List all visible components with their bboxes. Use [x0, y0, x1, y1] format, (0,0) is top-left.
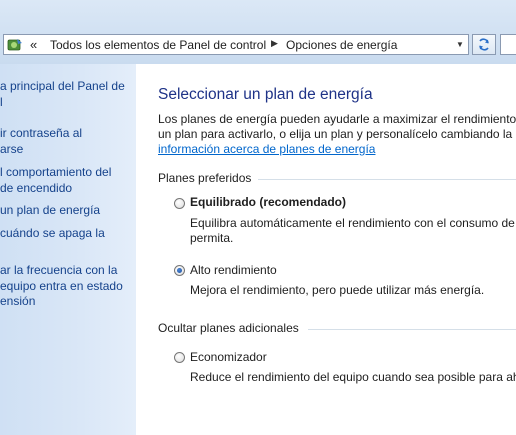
breadcrumb-separator-icon[interactable]: ▶	[271, 38, 278, 49]
hidden-plans-label: Ocultar planes adicionales	[158, 321, 299, 335]
radio-balanced[interactable]	[174, 198, 185, 209]
address-dropdown-icon[interactable]: ▼	[452, 35, 468, 54]
power-plans-info-link[interactable]: información acerca de planes de energía	[158, 142, 375, 156]
radio-power-saver[interactable]	[174, 352, 185, 363]
preferred-plans-label: Planes preferidos	[158, 171, 252, 185]
nav-link-require-password[interactable]: ir contraseña al arse	[0, 126, 134, 157]
hidden-plans-divider	[308, 329, 516, 330]
nav-link-control-panel-home[interactable]: a principal del Panel de l	[0, 79, 134, 110]
radio-high-performance[interactable]	[174, 265, 185, 276]
plan-desc-high-performance: Mejora el rendimiento, pero puede utiliz…	[190, 283, 485, 297]
nav-link-create-plan[interactable]: un plan de energía	[0, 203, 134, 219]
page-title: Seleccionar un plan de energía	[158, 86, 373, 103]
preferred-plans-divider	[258, 179, 516, 180]
plan-name-balanced[interactable]: Equilibrado (recomendado)	[190, 195, 346, 209]
search-box[interactable]	[500, 34, 516, 55]
address-bar[interactable]: « Todos los elementos de Panel de contro…	[3, 34, 469, 55]
control-panel-icon	[7, 37, 23, 53]
plan-desc-balanced-2: permita.	[190, 231, 234, 245]
breadcrumb-overflow-icon[interactable]: «	[30, 37, 37, 52]
refresh-button[interactable]	[472, 34, 496, 55]
plan-desc-balanced-1: Equilibra automáticamente el rendimiento…	[190, 216, 515, 230]
radio-selected-dot	[177, 268, 182, 273]
address-bar-strip: « Todos los elementos de Panel de contro…	[0, 0, 516, 64]
breadcrumb-all-items[interactable]: Todos los elementos de Panel de control	[50, 38, 266, 52]
description-line-1: Los planes de energía pueden ayudarle a …	[158, 112, 516, 126]
main-content: Seleccionar un plan de energía Los plane…	[136, 64, 516, 435]
plan-name-high-performance[interactable]: Alto rendimiento	[190, 263, 277, 277]
nav-link-display-off[interactable]: cuándo se apaga la	[0, 226, 134, 242]
plan-desc-power-saver: Reduce el rendimiento del equipo cuando …	[190, 370, 516, 384]
breadcrumb-power-options[interactable]: Opciones de energía	[286, 38, 397, 52]
plan-name-power-saver[interactable]: Economizador	[190, 350, 267, 364]
nav-link-power-button-behavior[interactable]: l comportamiento del de encendido	[0, 165, 134, 196]
description-line-2: un plan para activarlo, o elija un plan …	[158, 127, 516, 141]
description-link-row: información acerca de planes de energía	[158, 142, 375, 156]
task-pane: a principal del Panel de l ir contraseña…	[0, 64, 136, 435]
refresh-icon	[479, 38, 489, 51]
nav-link-sleep-frequency[interactable]: ar la frecuencia con la equipo entra en …	[0, 263, 134, 310]
